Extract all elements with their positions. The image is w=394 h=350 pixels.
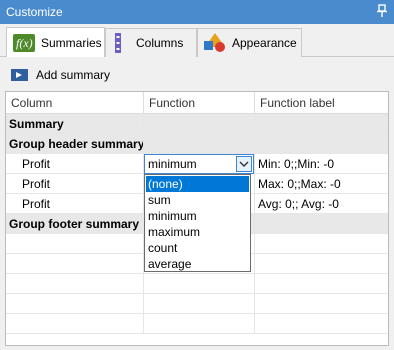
group-row-header-summary[interactable]: Group header summary	[6, 134, 388, 154]
title-bar: Customize	[0, 0, 394, 24]
option-minimum[interactable]: minimum	[146, 208, 249, 224]
shapes-icon	[204, 33, 225, 52]
column-header-function[interactable]: Function	[144, 92, 255, 114]
group-title: Group header summary	[6, 134, 144, 154]
empty-row	[6, 274, 388, 294]
columns-icon	[115, 33, 121, 53]
column-cell[interactable]: Profit	[6, 174, 144, 194]
empty-row	[6, 294, 388, 314]
pin-icon[interactable]	[376, 4, 388, 18]
chevron-down-icon	[239, 161, 249, 167]
group-title: Group footer summary	[6, 214, 144, 234]
svg-text:f(x): f(x)	[16, 36, 33, 50]
tab-summaries[interactable]: f(x) Summaries	[6, 27, 105, 57]
function-combobox[interactable]: minimum	[144, 154, 254, 174]
column-cell[interactable]: Profit	[6, 194, 144, 214]
tab-columns[interactable]: Columns	[105, 28, 197, 57]
tab-summaries-label: Summaries	[41, 35, 102, 50]
option-none[interactable]: (none)	[146, 176, 249, 192]
group-title: Summary	[6, 114, 144, 134]
add-summary-icon	[11, 69, 28, 81]
column-header-function-label[interactable]: Function label	[255, 92, 388, 114]
summaries-panel: Add summary Column Function Function lab…	[0, 57, 394, 350]
dropdown-button[interactable]	[236, 156, 252, 172]
option-average[interactable]: average	[146, 256, 249, 272]
option-sum[interactable]: sum	[146, 192, 249, 208]
empty-row	[6, 314, 388, 334]
tab-strip: f(x) Summaries Columns Appearance	[0, 24, 394, 57]
function-combobox-value: minimum	[148, 157, 197, 171]
add-summary-button[interactable]: Add summary	[10, 65, 110, 85]
function-dropdown-list[interactable]: (none) sum minimum maximum count average	[144, 174, 251, 272]
column-cell[interactable]: Profit	[6, 154, 144, 174]
function-label-cell[interactable]: Max: 0;;Max: -0	[255, 174, 388, 194]
group-row-summary[interactable]: Summary	[6, 114, 388, 134]
tab-appearance-label: Appearance	[232, 36, 297, 50]
add-summary-label: Add summary	[36, 68, 111, 82]
option-count[interactable]: count	[146, 240, 249, 256]
tab-appearance[interactable]: Appearance	[197, 28, 302, 57]
tab-columns-label: Columns	[136, 36, 184, 50]
function-label-cell[interactable]: Min: 0;;Min: -0	[255, 154, 388, 174]
fx-icon: f(x)	[13, 33, 35, 52]
window-title: Customize	[6, 5, 63, 19]
option-maximum[interactable]: maximum	[146, 224, 249, 240]
column-header-column[interactable]: Column	[6, 92, 144, 114]
function-label-cell[interactable]: Avg: 0;; Avg: -0	[255, 194, 388, 214]
